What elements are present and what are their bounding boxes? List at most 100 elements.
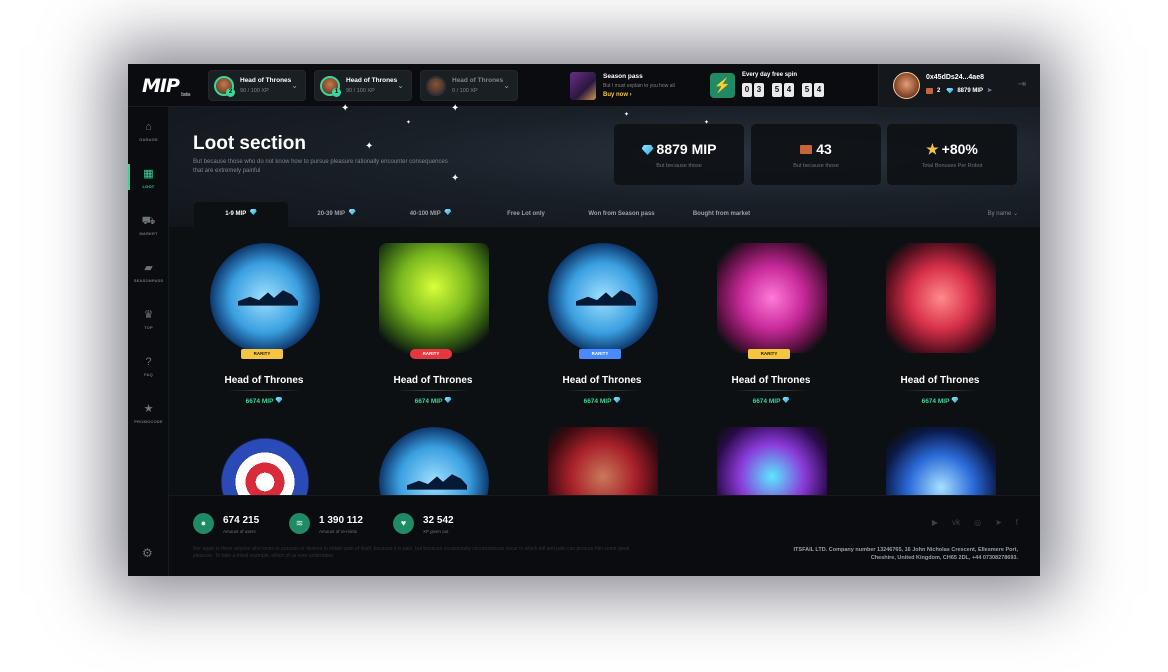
loot-card[interactable]: Head of Thrones 6674 MIP: [866, 227, 1014, 417]
loot-card[interactable]: [866, 425, 1014, 495]
loot-card[interactable]: RARITY Head of Thrones 6674 MIP: [697, 227, 845, 417]
countdown-digit: 4: [784, 83, 794, 97]
logout-icon[interactable]: ⇥: [1018, 79, 1026, 90]
loot-card[interactable]: [697, 425, 845, 495]
price-filter-tabs: 1-9 MIP 20-39 MIP 40-100 MIP Free Lot on…: [169, 202, 1040, 227]
avatar[interactable]: [893, 72, 920, 99]
tab-1-9-mip[interactable]: 1-9 MIP: [194, 202, 288, 227]
loot-name: Head of Thrones: [731, 375, 811, 386]
user-icon: ●: [193, 513, 214, 534]
loot-card[interactable]: [528, 425, 676, 495]
footer-note: Nor again is there anyone who loves or p…: [193, 546, 630, 559]
free-spin-title: Every day free spin: [742, 72, 798, 78]
free-spin-widget[interactable]: ⚡ Every day free spin 0 3 5 4 5 4: [708, 71, 833, 101]
chevron-down-icon: ⌄: [291, 81, 298, 90]
loot-box-image: [379, 243, 489, 353]
loot-box-image: [717, 243, 827, 353]
spin-countdown: 0 3 5 4 5 4: [742, 83, 824, 97]
logo[interactable]: MIP beta: [142, 75, 191, 98]
vk-icon[interactable]: vk: [952, 518, 960, 527]
rarity-badge: RARITY: [410, 349, 452, 359]
crown-icon: ♛: [143, 309, 154, 321]
sidebar-item-faq[interactable]: ? FAQ: [128, 356, 169, 377]
sidebar-item-top[interactable]: ♛ TOP: [128, 309, 169, 330]
market-icon: ⛟: [141, 215, 156, 227]
sidebar-item-garage[interactable]: ⌂ GARAGE: [128, 121, 169, 142]
hero-name: Head of Thrones: [346, 77, 398, 84]
company-info: ITSFAIL LTD. Company number 13246765, 16…: [793, 547, 1018, 561]
loot-box-image: [548, 243, 658, 353]
profile-panel[interactable]: 0x45dDs24...4ae8 2 8879 MIP ➤ ⇥: [878, 64, 1040, 107]
seasonpass-icon: ▰: [144, 262, 153, 274]
sidebar-item-promocode[interactable]: ★ PROMOCODE: [128, 403, 169, 424]
tab-20-39-mip[interactable]: 20-39 MIP: [299, 202, 374, 227]
crate-icon: [926, 87, 933, 94]
instagram-icon[interactable]: ◎: [974, 518, 981, 527]
loot-name: Head of Thrones: [562, 375, 642, 386]
countdown-digit: 3: [754, 83, 764, 97]
stat-card-crates: 43 But because those: [751, 124, 881, 185]
loot-icon: ▦: [143, 168, 154, 180]
wallet-address: 0x45dDs24...4ae8: [926, 74, 984, 81]
send-icon[interactable]: ➤: [987, 87, 992, 94]
tab-market[interactable]: Bought from market: [674, 202, 769, 227]
loot-card[interactable]: RARITY Head of Thrones 6674 MIP: [190, 227, 338, 417]
star-icon: ★: [143, 403, 154, 415]
stat-card-mip: 8879 MIP But because those: [614, 124, 744, 185]
social-links: ▶ vk ◎ ➤ f: [932, 518, 1018, 527]
loot-card[interactable]: RARITY Head of Thrones 6674 MIP: [528, 227, 676, 417]
diamond-icon: [641, 145, 654, 155]
loot-box-image: [210, 243, 320, 353]
countdown-digit: 5: [802, 83, 812, 97]
sidebar-item-seasonpass[interactable]: ▰ SEASONPASS: [128, 262, 169, 283]
star-icon: ★: [926, 141, 939, 157]
page-subtitle: But because those who do not know how to…: [193, 159, 448, 174]
heart-icon: ♥: [393, 513, 414, 534]
chevron-down-icon: ⌄: [503, 81, 510, 90]
loot-name: Head of Thrones: [900, 375, 980, 386]
loot-box-image: [886, 243, 996, 353]
sidebar: ⌂ GARAGE ▦ LOOT ⛟ MARKET ▰ SEASONPASS ♛ …: [128, 107, 169, 576]
telegram-icon[interactable]: ➤: [995, 518, 1002, 527]
buy-now-link[interactable]: Buy now ›: [603, 92, 632, 98]
sidebar-item-loot[interactable]: ▦ LOOT: [128, 164, 169, 190]
youtube-icon[interactable]: ▶: [932, 518, 938, 527]
sparkle-icon: ✦: [451, 103, 460, 114]
loot-card[interactable]: [190, 425, 338, 495]
diamond-icon: [951, 397, 959, 403]
countdown-digit: 4: [814, 83, 824, 97]
tab-40-100-mip[interactable]: 40-100 MIP: [393, 202, 468, 227]
sort-dropdown[interactable]: By name ⌄: [988, 202, 1018, 227]
loot-box-image: [548, 427, 658, 495]
loot-price: 6674 MIP: [697, 397, 845, 405]
crate-icon: [800, 145, 813, 154]
rarity-badge: RARITY: [748, 349, 790, 359]
diamond-icon: [613, 397, 621, 403]
sparkle-icon: ✦: [365, 141, 374, 152]
tab-season-pass[interactable]: Won from Season pass: [574, 202, 669, 227]
loot-price: 6674 MIP: [528, 397, 676, 405]
loot-grid: RARITY Head of Thrones 6674 MIP RARITY H…: [169, 227, 1040, 495]
hero-selector-3[interactable]: Head of Thrones 0 / 100 XP ⌄: [420, 70, 518, 101]
mip-balance: 8879 MIP: [957, 87, 984, 94]
diamond-icon: [444, 397, 452, 403]
sidebar-item-market[interactable]: ⛟ MARKET: [128, 215, 169, 236]
loot-price: 6674 MIP: [866, 397, 1014, 405]
hero-selector-2[interactable]: 1 Head of Thrones 90 / 100 XP ⌄: [314, 70, 412, 101]
hero-xp: 90 / 100 XP: [346, 88, 375, 94]
hero-xp: 90 / 100 XP: [240, 88, 269, 94]
hero-name: Head of Thrones: [452, 77, 504, 84]
tab-free-lot[interactable]: Free Lot only: [491, 202, 561, 227]
hero-selector-1[interactable]: 2 Head of Thrones 90 / 100 XP ⌄: [208, 70, 306, 101]
season-pass-image: [570, 72, 596, 100]
loot-box-image: [210, 427, 320, 495]
diamond-icon: [348, 209, 356, 215]
gear-icon[interactable]: ⚙: [142, 546, 153, 560]
remint-icon: ≋: [289, 513, 310, 534]
hero-level-badge: 2: [226, 88, 235, 97]
loot-card[interactable]: [359, 425, 507, 495]
loot-card[interactable]: RARITY Head of Thrones 6674 MIP: [359, 227, 507, 417]
facebook-icon[interactable]: f: [1016, 518, 1018, 527]
diamond-icon: [444, 209, 452, 215]
sparkle-icon: ✦: [624, 112, 630, 118]
